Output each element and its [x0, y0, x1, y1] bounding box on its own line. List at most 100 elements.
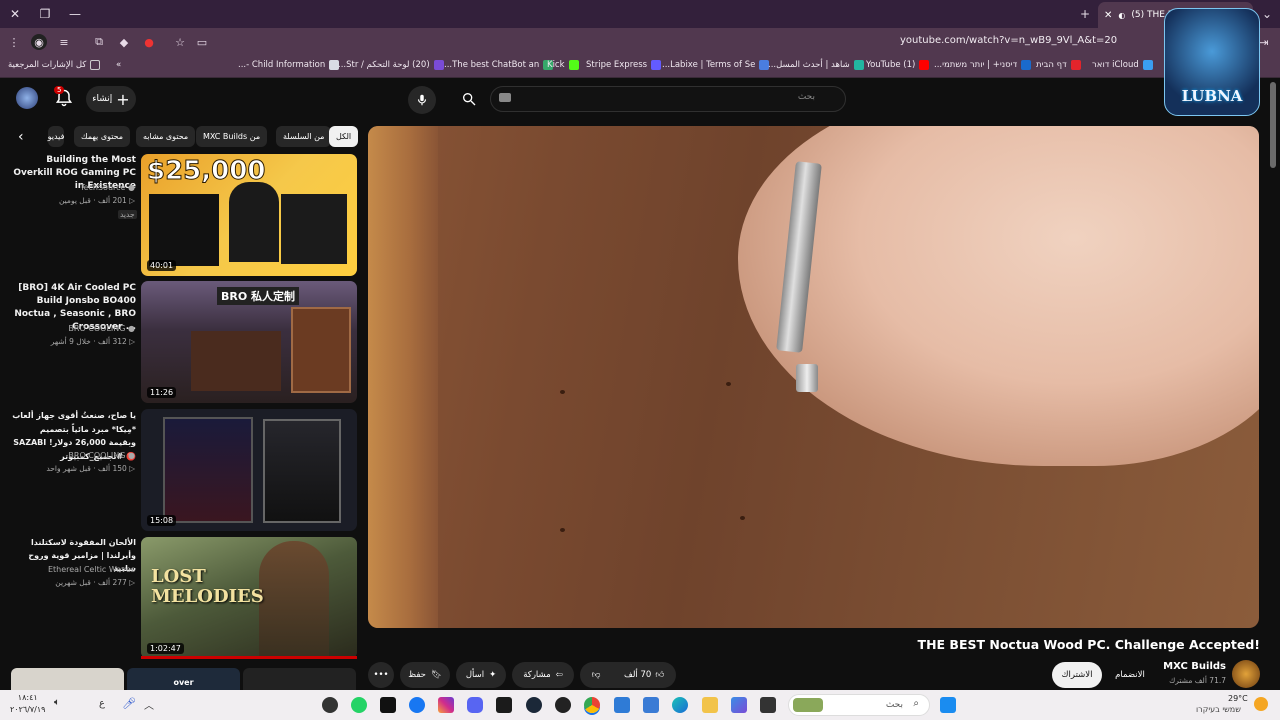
- chip-video[interactable]: فيديو: [48, 126, 64, 147]
- chip-for-you[interactable]: محتوى يهمك: [74, 126, 131, 147]
- notifications-button[interactable]: 5: [54, 86, 76, 110]
- app-icon[interactable]: [496, 697, 512, 713]
- recommendation-channel[interactable]: Ethereal Celtic Waves: [40, 565, 135, 574]
- keyboard-icon[interactable]: [499, 93, 511, 102]
- bookmark-item[interactable]: Kick: [547, 60, 579, 70]
- tiktok-icon[interactable]: [380, 697, 396, 713]
- cast-icon[interactable]: ▭: [194, 34, 210, 50]
- recommendation-channel[interactable]: BRO COOLING ●: [60, 451, 135, 460]
- bookmark-item[interactable]: iCloud דואר: [1092, 60, 1153, 70]
- restore-window-icon[interactable]: ❐: [34, 3, 56, 25]
- menu-dots-icon[interactable]: ⋮: [6, 34, 22, 50]
- windows-taskbar: ١٨:٤١ ٢٠٢٦/٧/١٩ 🔈︎ ع 🎤︎ ︿ ⌕ بحث 29°C שמש…: [0, 690, 1280, 720]
- bookmark-item[interactable]: דף הבית: [1036, 60, 1081, 70]
- file-explorer-icon[interactable]: [702, 697, 718, 713]
- app-icon[interactable]: [614, 697, 630, 713]
- recommendation-thumbnail[interactable]: 15:08: [141, 409, 357, 531]
- like-button[interactable]: 👍︎ 70 ألف: [624, 670, 664, 680]
- recommendation-thumbnail[interactable]: [11, 668, 124, 690]
- chrome-icon[interactable]: [584, 697, 600, 713]
- tray-overflow-icon[interactable]: ︿: [144, 697, 160, 713]
- app-icon[interactable]: [322, 697, 338, 713]
- playlist-icon[interactable]: ≡: [56, 34, 72, 50]
- voice-search-button[interactable]: [408, 86, 436, 114]
- recommendation-channel[interactable]: BRO COOLING ●: [60, 324, 135, 333]
- bookmark-item[interactable]: Stripe Express: [586, 60, 662, 70]
- bookmark-item[interactable]: شاهد | أحدث المسل...: [768, 60, 864, 70]
- taskbar-search[interactable]: ⌕ بحث: [788, 694, 930, 716]
- bookmark-item[interactable]: (20) لوحة التحكم / Str...: [338, 60, 444, 70]
- save-button[interactable]: 🔖︎ حفظ: [400, 662, 450, 688]
- instagram-icon[interactable]: [438, 697, 454, 713]
- app-icon[interactable]: [555, 697, 571, 713]
- recommendation-channel[interactable]: TechSource ●: [60, 183, 135, 192]
- share-button[interactable]: ⇦ مشاركة: [512, 662, 574, 688]
- create-button[interactable]: إنشاء +: [86, 86, 136, 112]
- bookmark-item[interactable]: (1) YouTube: [866, 60, 930, 70]
- channel-name[interactable]: MXC Builds: [1158, 661, 1226, 672]
- profile-icon[interactable]: ◉: [31, 34, 47, 50]
- extension-red-icon[interactable]: ●: [141, 34, 157, 50]
- url-field[interactable]: youtube.com/watch?v=n_wB9_9Vl_A&t=20: [900, 35, 1175, 46]
- facebook-icon[interactable]: [409, 697, 425, 713]
- chip-related[interactable]: محتوى مشابه: [136, 126, 196, 147]
- app-icon[interactable]: [760, 697, 776, 713]
- close-tab-icon[interactable]: ✕: [1104, 10, 1112, 21]
- minimize-window-icon[interactable]: —: [64, 3, 86, 25]
- search-button[interactable]: [448, 86, 490, 112]
- ask-button[interactable]: ✦ اسأل: [456, 662, 506, 688]
- recommendation-thumbnail[interactable]: $25,000 40:01: [141, 154, 357, 276]
- search-input[interactable]: بحث: [490, 86, 846, 112]
- chip-from-channel[interactable]: من MXC Builds: [196, 126, 268, 147]
- thumb-text: BRO 私人定制: [217, 287, 300, 305]
- recommendation-thumbnail[interactable]: LOST MELODIES 1:02:47: [141, 537, 357, 659]
- extensions-icon[interactable]: ⧉: [91, 34, 107, 50]
- extension-icon[interactable]: ◆: [116, 34, 132, 50]
- wood-hole: [740, 516, 745, 520]
- volume-icon[interactable]: 🔈︎: [54, 697, 70, 713]
- share-icon: ⇦: [555, 670, 563, 680]
- bookmark-item[interactable]: Child Information -...: [238, 60, 340, 70]
- discord-icon[interactable]: [467, 697, 483, 713]
- dislike-button[interactable]: 👎︎: [592, 670, 601, 680]
- channel-avatar[interactable]: [1232, 660, 1260, 688]
- thumb-case: [263, 419, 341, 523]
- recommendation-thumbnail[interactable]: BRO 私人定制 11:26: [141, 281, 357, 403]
- start-icon[interactable]: [940, 697, 956, 713]
- chips-next-icon[interactable]: ‹: [18, 129, 24, 145]
- chip-all[interactable]: الكل: [329, 126, 359, 147]
- thumb-box: [281, 194, 347, 264]
- input-language[interactable]: ع: [99, 698, 105, 709]
- bookmark-favicon-icon: [1070, 60, 1081, 70]
- close-window-icon[interactable]: ✕: [4, 3, 26, 25]
- edge-icon[interactable]: [672, 697, 688, 713]
- recommendation-thumbnail[interactable]: [243, 668, 356, 690]
- mic-tray-icon[interactable]: 🎤︎: [122, 697, 138, 713]
- bookmark-item[interactable]: דיסני+ | יותר משתמי...: [934, 60, 1032, 70]
- chip-from-series[interactable]: من السلسلة: [276, 126, 332, 147]
- app-icon[interactable]: [731, 697, 747, 713]
- bookmark-item[interactable]: The best ChatBot an...: [444, 60, 554, 70]
- recommendation-meta: ▷ 201 ألف · قبل يومين: [58, 196, 135, 205]
- weather-widget[interactable]: 29°C שמשי בעיקרו: [1186, 693, 1276, 717]
- video-player[interactable]: [368, 126, 1259, 628]
- more-actions-button[interactable]: •••: [368, 662, 394, 688]
- steam-icon[interactable]: [526, 697, 542, 713]
- bookmark-star-icon[interactable]: ☆: [172, 34, 188, 50]
- bookmark-item[interactable]: Labixe | Terms of Se...: [662, 60, 770, 70]
- new-tab-icon[interactable]: +: [1074, 3, 1096, 25]
- bookmark-all[interactable]: كل الإشارات المرجعية: [8, 60, 101, 70]
- store-icon[interactable]: [643, 697, 659, 713]
- bookmark-favicon-icon: [1021, 60, 1032, 70]
- verified-icon: ●: [128, 324, 135, 333]
- bookmark-icon: 🔖︎: [430, 670, 442, 680]
- recommendation-thumbnail[interactable]: over: [127, 668, 240, 690]
- subscribe-button[interactable]: الاشتراك: [1052, 662, 1102, 688]
- account-avatar[interactable]: [16, 87, 38, 109]
- clock[interactable]: ١٨:٤١ ٢٠٢٦/٧/١٩: [10, 692, 45, 716]
- whatsapp-icon[interactable]: [351, 697, 367, 713]
- wood-edge: [368, 126, 438, 628]
- join-button[interactable]: الانضمام: [1106, 662, 1154, 688]
- bookmarks-overflow-icon[interactable]: »: [116, 60, 121, 70]
- scrollbar[interactable]: [1270, 82, 1276, 168]
